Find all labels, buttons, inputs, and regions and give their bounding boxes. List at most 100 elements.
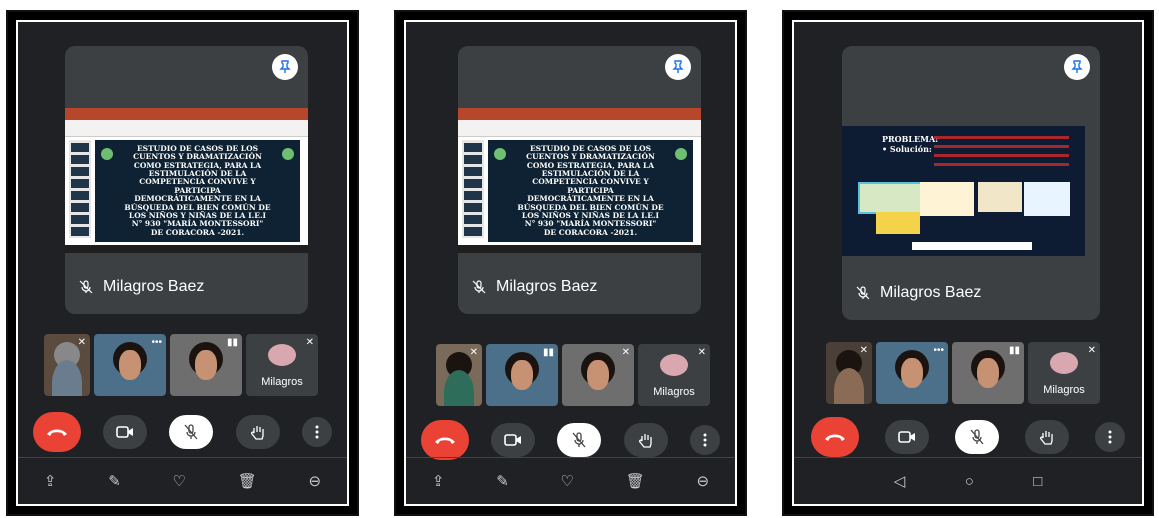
avatar bbox=[268, 344, 296, 366]
speaker-caption: Milagros Baez bbox=[79, 278, 204, 296]
more-options-button[interactable] bbox=[1095, 422, 1125, 452]
microphone-button[interactable] bbox=[955, 420, 999, 454]
participant-tile[interactable]: ✕ bbox=[44, 334, 90, 396]
more-icon[interactable]: ⊖ bbox=[697, 472, 710, 490]
presenter-tile[interactable]: ESTUDIO DE CASOS DE LOS CUENTOS Y DRAMAT… bbox=[65, 46, 308, 314]
more-options-button[interactable] bbox=[301, 417, 332, 447]
share-icon[interactable]: ⇪ bbox=[432, 472, 445, 490]
back-icon[interactable]: ◁ bbox=[894, 472, 906, 490]
meet-screen: ESTUDIO DE CASOS DE LOS CUENTOS Y DRAMAT… bbox=[16, 20, 349, 506]
raise-hand-button[interactable] bbox=[235, 415, 280, 449]
end-call-button[interactable] bbox=[33, 412, 82, 452]
end-call-button[interactable] bbox=[421, 420, 470, 460]
slide-header: PROBLEMA: • Solución: bbox=[882, 134, 1075, 174]
school-logo-icon bbox=[675, 148, 687, 160]
recents-icon[interactable]: □ bbox=[1033, 473, 1042, 490]
slide-image bbox=[876, 212, 920, 234]
participant-tile[interactable]: ✕ Milagros bbox=[246, 334, 318, 396]
meet-screen: ESTUDIO DE CASOS DE LOS CUENTOS Y DRAMAT… bbox=[404, 20, 737, 506]
participant-tile[interactable]: ••• bbox=[876, 342, 948, 404]
participant-tile[interactable]: ••• bbox=[94, 334, 166, 396]
participant-tile[interactable]: ▮▮ bbox=[952, 342, 1024, 404]
android-nav-bar: ◁ ○ □ bbox=[794, 457, 1142, 504]
heart-icon[interactable]: ♡ bbox=[561, 472, 574, 490]
mic-off-icon bbox=[856, 286, 870, 300]
camera-button[interactable] bbox=[491, 423, 536, 457]
slide-title: ESTUDIO DE CASOS DE LOS CUENTOS Y DRAMAT… bbox=[124, 143, 271, 237]
raise-hand-button[interactable] bbox=[623, 423, 668, 457]
participant-strip: ✕ ▮▮ ✕ ✕ Milagros bbox=[436, 344, 710, 406]
phone-screenshot-2: ESTUDIO DE CASOS DE LOS CUENTOS Y DRAMAT… bbox=[394, 10, 747, 516]
mic-off-icon: ✕ bbox=[1087, 345, 1096, 356]
participant-strip: ✕ ••• ▮▮ ✕ Milagros bbox=[44, 334, 318, 396]
phone-screenshot-1: ESTUDIO DE CASOS DE LOS CUENTOS Y DRAMAT… bbox=[6, 10, 359, 516]
raise-hand-button[interactable] bbox=[1025, 420, 1069, 454]
end-call-button[interactable] bbox=[811, 417, 859, 457]
more-icon[interactable]: ••• bbox=[933, 345, 944, 356]
mic-off-icon: ✕ bbox=[621, 347, 630, 358]
screenshot-editor-bar: ⇪ ✎ ♡ 🗑 ⊖ bbox=[406, 457, 735, 504]
mic-off-icon: ✕ bbox=[305, 337, 314, 348]
screenshot-editor-bar: ⇪ ✎ ♡ 🗑 ⊖ bbox=[18, 457, 347, 504]
mic-off-icon: ✕ bbox=[697, 347, 706, 358]
meet-screen: PROBLEMA: • Solución: Milagros Baez ✕ ••… bbox=[792, 20, 1144, 506]
slide-image bbox=[920, 182, 974, 216]
participant-name: Milagros bbox=[261, 376, 303, 388]
pin-icon[interactable] bbox=[1064, 54, 1090, 80]
home-icon[interactable]: ○ bbox=[965, 473, 974, 490]
microphone-button[interactable] bbox=[169, 415, 214, 449]
speaker-caption: Milagros Baez bbox=[472, 278, 597, 296]
slide-image bbox=[978, 182, 1022, 212]
phone-screenshot-3: PROBLEMA: • Solución: Milagros Baez ✕ ••… bbox=[782, 10, 1154, 516]
audio-level-icon: ▮▮ bbox=[226, 337, 238, 348]
avatar bbox=[660, 354, 688, 376]
more-options-button[interactable] bbox=[689, 425, 720, 455]
speaker-name: Milagros Baez bbox=[103, 278, 205, 295]
audio-level-icon: ▮▮ bbox=[1008, 345, 1020, 356]
participant-tile[interactable]: ▮▮ bbox=[486, 344, 558, 406]
participant-tile[interactable]: ▮▮ bbox=[170, 334, 242, 396]
pin-icon[interactable] bbox=[272, 54, 298, 80]
slide-caption-bar bbox=[912, 242, 1032, 250]
call-controls bbox=[794, 417, 1142, 457]
edit-icon[interactable]: ✎ bbox=[496, 472, 509, 490]
slide-title: ESTUDIO DE CASOS DE LOS CUENTOS Y DRAMAT… bbox=[517, 143, 664, 237]
camera-button[interactable] bbox=[103, 415, 148, 449]
mic-off-icon: ✕ bbox=[859, 345, 868, 356]
school-logo-icon bbox=[494, 148, 506, 160]
speaker-name: Milagros Baez bbox=[496, 278, 598, 295]
camera-button[interactable] bbox=[885, 420, 929, 454]
presenter-tile[interactable]: ESTUDIO DE CASOS DE LOS CUENTOS Y DRAMAT… bbox=[458, 46, 701, 314]
pin-icon[interactable] bbox=[665, 54, 691, 80]
participant-tile[interactable]: ✕ Milagros bbox=[1028, 342, 1100, 404]
participant-strip: ✕ ••• ▮▮ ✕ Milagros bbox=[826, 342, 1100, 404]
more-icon[interactable]: ••• bbox=[151, 337, 162, 348]
slide-image bbox=[858, 182, 922, 214]
participant-name: Milagros bbox=[653, 386, 695, 398]
mic-off-icon: ✕ bbox=[77, 337, 86, 348]
participant-tile[interactable]: ✕ Milagros bbox=[638, 344, 710, 406]
delete-icon[interactable]: 🗑 bbox=[626, 472, 645, 490]
share-icon[interactable]: ⇪ bbox=[44, 472, 57, 490]
shared-screen: ESTUDIO DE CASOS DE LOS CUENTOS Y DRAMAT… bbox=[458, 108, 701, 253]
delete-icon[interactable]: 🗑 bbox=[238, 472, 257, 490]
mic-off-icon bbox=[79, 280, 93, 294]
edit-icon[interactable]: ✎ bbox=[108, 472, 121, 490]
participant-tile[interactable]: ✕ bbox=[826, 342, 872, 404]
call-controls bbox=[18, 412, 347, 452]
presenter-tile[interactable]: PROBLEMA: • Solución: Milagros Baez bbox=[842, 46, 1100, 320]
participant-tile[interactable]: ✕ bbox=[562, 344, 634, 406]
speaker-caption: Milagros Baez bbox=[856, 284, 981, 302]
participant-tile[interactable]: ✕ bbox=[436, 344, 482, 406]
slide-image bbox=[1024, 182, 1070, 216]
shared-screen: ESTUDIO DE CASOS DE LOS CUENTOS Y DRAMAT… bbox=[65, 108, 308, 253]
heart-icon[interactable]: ♡ bbox=[173, 472, 186, 490]
audio-level-icon: ▮▮ bbox=[542, 347, 554, 358]
more-icon[interactable]: ⊖ bbox=[309, 472, 322, 490]
shared-screen: PROBLEMA: • Solución: bbox=[842, 126, 1085, 256]
school-logo-icon bbox=[101, 148, 113, 160]
slide-red-highlight bbox=[934, 136, 1069, 166]
avatar bbox=[1050, 352, 1078, 374]
microphone-button[interactable] bbox=[557, 423, 602, 457]
call-controls bbox=[406, 420, 735, 460]
